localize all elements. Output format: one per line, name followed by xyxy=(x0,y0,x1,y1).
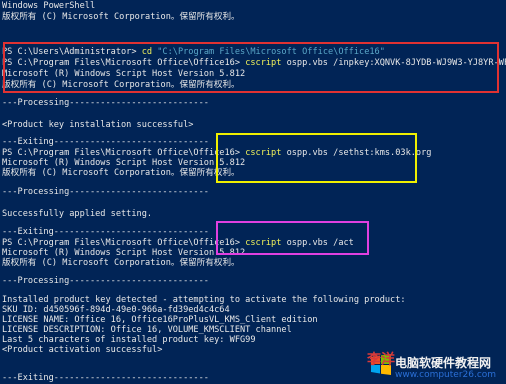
output-line: ---Processing--------------------------- xyxy=(2,187,209,197)
highlight-box-yellow xyxy=(216,133,417,183)
output-line: Last 5 characters of installed product k… xyxy=(2,335,256,345)
output-line: Microsoft (R) Windows Script Host Versio… xyxy=(2,158,246,168)
watermark-author: 李洋 xyxy=(367,352,395,368)
output-line: ---Exiting------------------------------ xyxy=(2,137,209,147)
output-line: ---Processing--------------------------- xyxy=(2,98,209,108)
prompt-text: PS C:\Program Files\Microsoft Office\Off… xyxy=(2,238,246,248)
output-line: 版权所有 (C) Microsoft Corporation。保留所有权利。 xyxy=(2,258,240,268)
output-line: ---Exiting------------------------------ xyxy=(2,227,209,237)
output-line: Installed product key detected - attempt… xyxy=(2,295,406,305)
output-line: Successfully applied setting. xyxy=(2,209,153,219)
powershell-console[interactable]: Windows PowerShell 版权所有 (C) Microsoft Co… xyxy=(0,0,506,384)
output-line: LICENSE NAME: Office 16, Office16ProPlus… xyxy=(2,315,318,325)
watermark-site-name: 电脑软硬件教程网 xyxy=(395,356,492,370)
copyright-line: 版权所有 (C) Microsoft Corporation。保留所有权利。 xyxy=(2,12,240,22)
output-line: 版权所有 (C) Microsoft Corporation。保留所有权利。 xyxy=(2,168,240,178)
window-title: Windows PowerShell xyxy=(2,1,96,11)
output-line: ---Processing--------------------------- xyxy=(2,276,209,286)
output-line: ---Exiting------------------------------ xyxy=(2,373,209,383)
output-line: LICENSE DESCRIPTION: Office 16, VOLUME_K… xyxy=(2,325,292,335)
output-line: SKU ID: d450596f-894d-49e0-966a-fd39ed4c… xyxy=(2,305,230,315)
output-line: <Product activation successful> xyxy=(2,345,163,355)
highlight-box-magenta xyxy=(216,221,369,255)
highlight-box-red xyxy=(3,42,499,93)
watermark-site-url: www.computer26.com xyxy=(395,370,497,380)
output-line: <Product key installation successful> xyxy=(2,120,194,130)
output-line: Microsoft (R) Windows Script Host Versio… xyxy=(2,248,246,258)
prompt-text: PS C:\Program Files\Microsoft Office\Off… xyxy=(2,148,246,158)
